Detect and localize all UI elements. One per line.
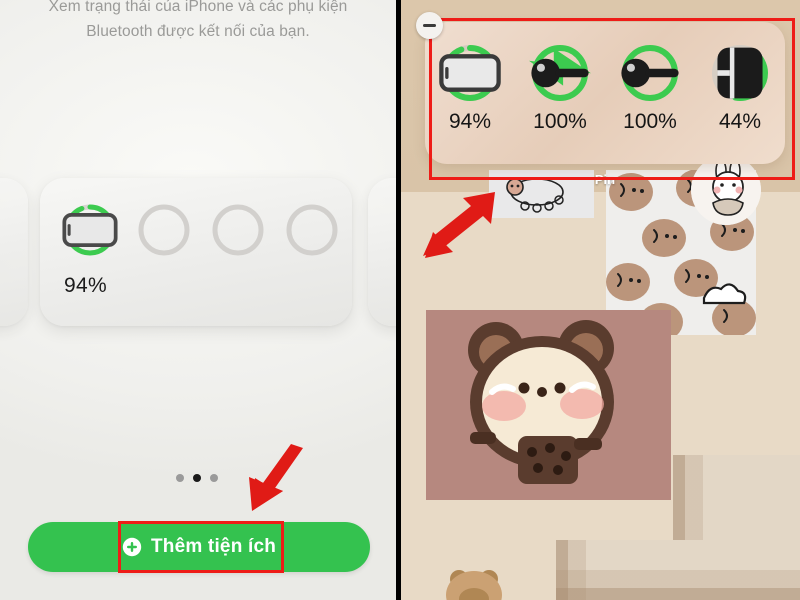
- page-indicator-dots[interactable]: [176, 474, 218, 482]
- page-dot-2-active[interactable]: [193, 474, 201, 482]
- preview-ring-empty-3: [284, 202, 340, 258]
- minus-icon: [423, 24, 436, 27]
- widget-preview-card-next[interactable]: [368, 178, 396, 326]
- remove-widget-button[interactable]: [416, 12, 443, 39]
- preview-ring-iphone: [62, 202, 118, 258]
- widget-size-carousel[interactable]: 94%: [0, 178, 396, 326]
- widget-preview-card-current[interactable]: 94%: [40, 178, 352, 326]
- preview-ring-empty-2: [210, 202, 266, 258]
- preview-battery-percent: 94%: [64, 274, 107, 297]
- page-dot-1[interactable]: [176, 474, 184, 482]
- preview-battery-rings: [62, 202, 340, 258]
- page-dot-3[interactable]: [210, 474, 218, 482]
- widget-preview-card-previous[interactable]: [0, 178, 28, 326]
- iphone-icon: [62, 202, 118, 258]
- wallpaper-bear-bubbletea: [426, 310, 671, 500]
- wallpaper-sticker-bear-small: [441, 565, 511, 600]
- widget-gallery-panel: Xem trạng thái của iPhone và các phụ kiệ…: [0, 0, 396, 600]
- arrow-to-widget: [423, 192, 495, 258]
- widget-description-text: Xem trạng thái của iPhone và các phụ kiệ…: [48, 0, 348, 40]
- preview-ring-empty-1: [136, 202, 192, 258]
- home-screen-panel: 94% 100% 100% 44% Pin: [401, 0, 800, 600]
- battery-widget-highlight: [429, 18, 795, 180]
- arrow-to-add-button: [249, 444, 303, 511]
- add-widget-button-highlight: [118, 521, 284, 573]
- wallpaper-plaid-bottom: [556, 540, 706, 600]
- tutorial-screenshot: Xem trạng thái của iPhone và các phụ kiệ…: [0, 0, 800, 600]
